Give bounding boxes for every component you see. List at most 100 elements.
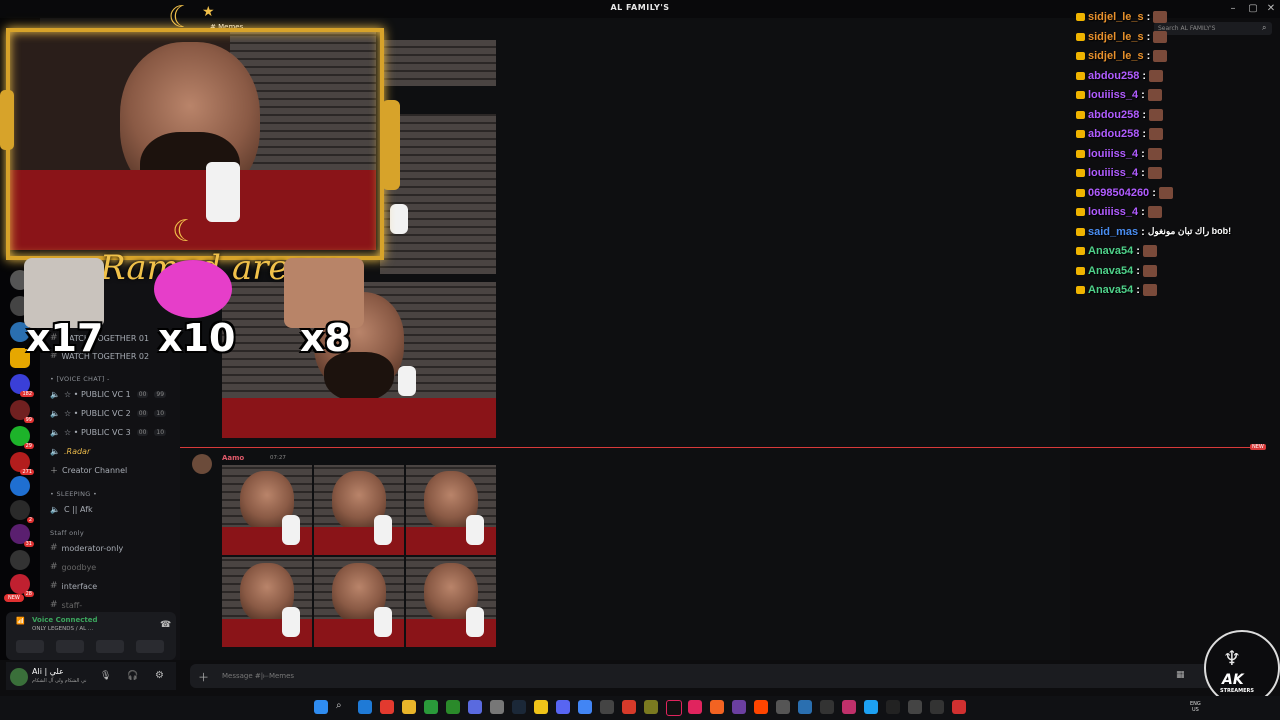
voice-channel-name[interactable]: ONLY LEGENDS / AL ... bbox=[32, 626, 93, 632]
category-sleeping[interactable]: • SLEEPING • bbox=[50, 490, 97, 498]
channel-goodbye[interactable]: # goodbye bbox=[50, 560, 96, 574]
language-indicator[interactable]: ENG US bbox=[1190, 701, 1201, 713]
app-icon[interactable] bbox=[732, 700, 746, 714]
attachment-image[interactable] bbox=[406, 557, 496, 647]
chat-username[interactable]: Anava54 bbox=[1088, 265, 1133, 277]
chat-username[interactable]: sidjel_le_s bbox=[1088, 31, 1144, 43]
emote-icon bbox=[1147, 206, 1162, 218]
plus-icon[interactable]: ＋ bbox=[198, 669, 209, 685]
attachment-image[interactable] bbox=[222, 465, 312, 555]
search-icon[interactable]: ⌕ bbox=[336, 700, 350, 714]
chat-username[interactable]: sidjel_le_s bbox=[1088, 11, 1144, 23]
app-icon[interactable] bbox=[534, 700, 548, 714]
app-icon[interactable] bbox=[754, 700, 768, 714]
obs-icon[interactable] bbox=[600, 700, 614, 714]
app-icon[interactable] bbox=[842, 700, 856, 714]
app-icon[interactable] bbox=[622, 700, 636, 714]
emote-icon bbox=[1142, 264, 1157, 277]
speaker-icon: 🔈 bbox=[50, 389, 60, 399]
folder-icon[interactable] bbox=[402, 700, 416, 714]
attachment-image[interactable] bbox=[314, 465, 404, 555]
chat-username[interactable]: 0698504260 bbox=[1088, 187, 1149, 199]
chat-username[interactable]: abdou258 bbox=[1088, 128, 1139, 140]
app-icon[interactable] bbox=[644, 700, 658, 714]
app-icon[interactable] bbox=[688, 700, 702, 714]
chat-username[interactable]: louiiiss_4 bbox=[1088, 167, 1138, 179]
app-icon[interactable] bbox=[952, 700, 966, 714]
app-icon[interactable] bbox=[864, 700, 878, 714]
voice-channel-afk[interactable]: 🔈 C || Afk bbox=[50, 502, 93, 516]
server-icon[interactable] bbox=[10, 476, 30, 496]
search-icon[interactable]: ⌕ bbox=[1262, 23, 1266, 33]
chat-username[interactable]: louiiiss_4 bbox=[1088, 148, 1138, 160]
channel-staff[interactable]: # staff- bbox=[50, 598, 82, 612]
channel-moderator-only[interactable]: # moderator-only bbox=[50, 541, 123, 555]
message-composer[interactable] bbox=[190, 664, 1220, 688]
app-icon[interactable] bbox=[468, 700, 482, 714]
attachment-image[interactable] bbox=[222, 557, 312, 647]
maximize-button[interactable]: ▢ bbox=[1246, 2, 1260, 16]
chat-username[interactable]: Anava54 bbox=[1088, 245, 1133, 257]
app-icon[interactable] bbox=[490, 700, 504, 714]
camera-button[interactable] bbox=[16, 640, 44, 653]
edge-icon[interactable] bbox=[358, 700, 372, 714]
attachment-image[interactable] bbox=[380, 40, 496, 86]
message-author[interactable]: Aamo bbox=[222, 454, 244, 462]
minimize-button[interactable]: – bbox=[1226, 2, 1240, 16]
discord-icon[interactable] bbox=[556, 700, 570, 714]
chat-username[interactable]: louiiiss_4 bbox=[1088, 89, 1138, 101]
chat-username[interactable]: louiiiss_4 bbox=[1088, 206, 1138, 218]
voice-channel-3[interactable]: 🔈 ☆ • PUBLIC VC 3 00 10 bbox=[50, 425, 167, 439]
tiktok-icon[interactable] bbox=[666, 700, 682, 716]
microphone-icon[interactable]: 🎙 bbox=[100, 671, 111, 681]
category-staff[interactable]: Staff only bbox=[50, 529, 84, 537]
attachment-image[interactable] bbox=[314, 557, 404, 647]
server-icon[interactable]: 99 bbox=[10, 400, 34, 423]
emote-multiplier: x10 bbox=[158, 316, 236, 360]
voice-channel-radar[interactable]: 🔈 .Radar bbox=[50, 444, 90, 458]
voice-channel-1[interactable]: 🔈 ☆ • PUBLIC VC 1 00 99 bbox=[50, 387, 167, 401]
server-icon[interactable] bbox=[10, 550, 30, 570]
screenshare-button[interactable] bbox=[56, 640, 84, 653]
gear-icon[interactable]: ⚙ bbox=[155, 670, 164, 681]
server-icon[interactable]: 31 bbox=[10, 524, 34, 547]
attachment-image[interactable] bbox=[406, 465, 496, 555]
emote-icon bbox=[1147, 89, 1162, 101]
chrome-icon[interactable] bbox=[578, 700, 592, 714]
message-avatar[interactable] bbox=[192, 454, 212, 474]
crown-badge-icon bbox=[1076, 286, 1085, 294]
activities-button[interactable] bbox=[96, 640, 124, 653]
chat-username[interactable]: Anava54 bbox=[1088, 284, 1133, 296]
server-icon[interactable]: 29 bbox=[10, 426, 34, 449]
headphones-icon[interactable]: 🎧 bbox=[127, 671, 138, 681]
xbox-icon[interactable] bbox=[446, 700, 460, 714]
chat-username[interactable]: said_mas bbox=[1088, 226, 1138, 238]
creator-channel[interactable]: ＋ Creator Channel bbox=[50, 463, 127, 477]
close-button[interactable]: ✕ bbox=[1264, 2, 1278, 16]
server-icon[interactable]: 2 bbox=[10, 500, 34, 523]
app-icon[interactable] bbox=[798, 700, 812, 714]
avatar[interactable] bbox=[10, 668, 28, 686]
start-icon[interactable] bbox=[314, 700, 328, 714]
app-icon[interactable] bbox=[776, 700, 790, 714]
server-icon[interactable]: 182 bbox=[10, 374, 34, 397]
chat-username[interactable]: abdou258 bbox=[1088, 109, 1139, 121]
app-icon[interactable] bbox=[930, 700, 944, 714]
voice-channel-2[interactable]: 🔈 ☆ • PUBLIC VC 2 00 10 bbox=[50, 406, 167, 420]
app-icon[interactable] bbox=[820, 700, 834, 714]
soundboard-button[interactable] bbox=[136, 640, 164, 653]
category-voice-chat[interactable]: • [VOICE CHAT] - bbox=[50, 375, 110, 383]
brave-icon[interactable] bbox=[380, 700, 394, 714]
steam-icon[interactable] bbox=[512, 700, 526, 714]
app-icon[interactable] bbox=[424, 700, 438, 714]
channel-interface[interactable]: # interface bbox=[50, 579, 97, 593]
server-icon[interactable]: 271 bbox=[10, 452, 34, 475]
disconnect-icon[interactable]: ☎ bbox=[160, 620, 171, 630]
app-icon[interactable] bbox=[710, 700, 724, 714]
chat-username[interactable]: sidjel_le_s bbox=[1088, 50, 1144, 62]
app-icon[interactable] bbox=[908, 700, 922, 714]
chat-username[interactable]: abdou258 bbox=[1088, 70, 1139, 82]
gift-icon[interactable]: ▦ bbox=[1176, 670, 1185, 680]
app-icon[interactable] bbox=[886, 700, 900, 714]
server-icon[interactable]: 28 bbox=[10, 574, 34, 597]
